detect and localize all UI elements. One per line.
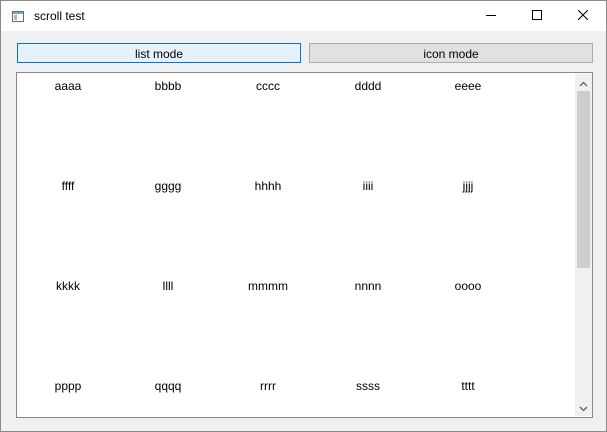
app-window-icon [12, 9, 24, 22]
item-view[interactable]: aaaa bbbb cccc dddd eeee ffff gggg hhhh iiii jjjj… [16, 72, 593, 418]
chevron-down-icon [579, 399, 588, 417]
list-item[interactable]: pppp [28, 379, 108, 393]
app-window: scroll test list mode icon mode aaaa bbbb… [0, 0, 607, 432]
maximize-button[interactable] [514, 1, 560, 31]
list-item[interactable]: rrrr [228, 379, 308, 393]
list-item[interactable]: jjjj [428, 179, 508, 193]
list-item[interactable]: bbbb [128, 79, 208, 93]
list-item[interactable]: ffff [28, 179, 108, 193]
title-bar[interactable]: scroll test [1, 1, 606, 31]
close-button[interactable] [560, 1, 606, 31]
list-item[interactable]: oooo [428, 279, 508, 293]
scroll-thumb[interactable] [577, 91, 590, 268]
list-item[interactable]: qqqq [128, 379, 208, 393]
list-item[interactable]: ssss [328, 379, 408, 393]
list-item[interactable]: nnnn [328, 279, 408, 293]
minimize-button[interactable] [468, 1, 514, 31]
chevron-up-icon [579, 74, 588, 92]
list-item[interactable]: eeee [428, 79, 508, 93]
list-item[interactable]: mmmm [228, 279, 308, 293]
vertical-scrollbar[interactable] [575, 74, 592, 416]
list-item[interactable]: llll [128, 279, 208, 293]
scroll-up-button[interactable] [575, 74, 592, 91]
minimize-icon [486, 7, 496, 25]
list-item[interactable]: aaaa [28, 79, 108, 93]
icon-mode-button[interactable]: icon mode [309, 43, 593, 63]
close-icon [577, 7, 589, 25]
scroll-down-button[interactable] [575, 399, 592, 416]
list-item[interactable]: iiii [328, 179, 408, 193]
list-mode-button[interactable]: list mode [17, 43, 301, 63]
item-grid: aaaa bbbb cccc dddd eeee ffff gggg hhhh iiii jjjj… [18, 74, 575, 417]
maximize-icon [532, 7, 542, 25]
list-item[interactable]: kkkk [28, 279, 108, 293]
list-item[interactable]: dddd [328, 79, 408, 93]
list-item[interactable]: cccc [228, 79, 308, 93]
list-item[interactable]: tttt [428, 379, 508, 393]
window-title: scroll test [34, 9, 85, 23]
list-item[interactable]: gggg [128, 179, 208, 193]
list-item[interactable]: hhhh [228, 179, 308, 193]
